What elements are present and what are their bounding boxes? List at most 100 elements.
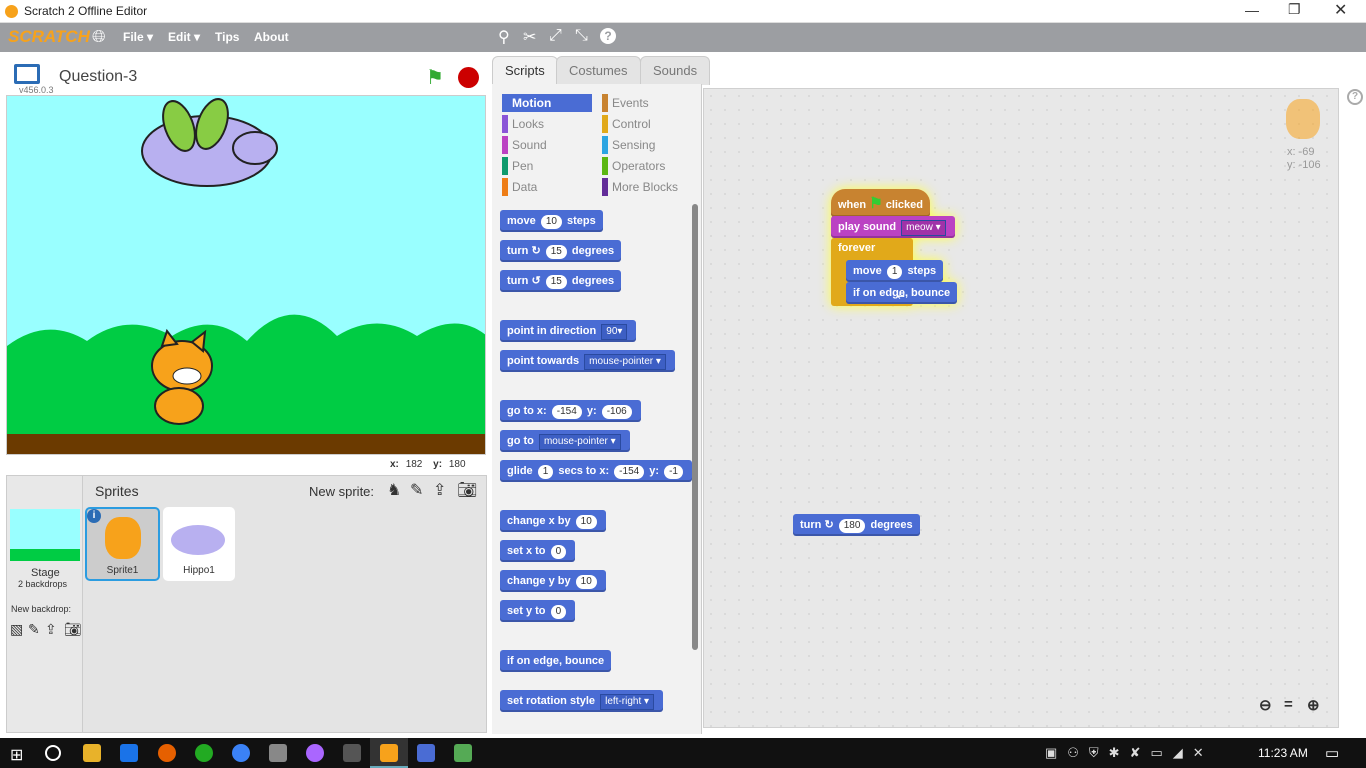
palette-block[interactable]: point in direction 90▾: [500, 320, 637, 342]
app-icon[interactable]: [306, 744, 324, 762]
block-input[interactable]: -106: [601, 405, 632, 419]
app-icon[interactable]: [269, 744, 287, 762]
menu-tips[interactable]: Tips: [215, 30, 239, 44]
block-dropdown[interactable]: mouse-pointer ▾: [538, 434, 621, 450]
palette-block[interactable]: move 10 steps: [500, 210, 603, 232]
app-icon[interactable]: [454, 744, 472, 762]
stage-thumbnail[interactable]: [10, 509, 80, 561]
palette-scrollbar[interactable]: [692, 204, 698, 650]
palette-block[interactable]: set y to 0: [500, 600, 576, 622]
system-tray[interactable]: ▣⚇⛨✱✘▭◢✕: [1045, 745, 1214, 761]
play-sound-block[interactable]: play sound meow ▾: [831, 216, 955, 238]
grow-icon[interactable]: ⤢: [549, 27, 562, 45]
zoom-in-icon[interactable]: ⊕: [1307, 696, 1320, 714]
palette-block[interactable]: point towards mouse-pointer ▾: [500, 350, 675, 372]
block-input[interactable]: 10: [575, 575, 597, 589]
degrees-input[interactable]: 180: [838, 519, 866, 533]
category-motion[interactable]: Motion: [502, 94, 592, 112]
app-icon[interactable]: [232, 744, 250, 762]
block-input[interactable]: -1: [664, 465, 683, 479]
camera-backdrop-icon[interactable]: 📷︎: [64, 621, 82, 638]
shrink-icon[interactable]: ⤡: [575, 27, 588, 45]
project-title[interactable]: Question-3: [59, 68, 137, 86]
tab-costumes[interactable]: Costumes: [556, 56, 641, 85]
menu-edit[interactable]: Edit ▾: [168, 30, 200, 44]
category-sensing[interactable]: Sensing: [602, 136, 692, 154]
block-input[interactable]: 0: [550, 545, 567, 559]
fullscreen-icon[interactable]: [14, 64, 40, 84]
block-dropdown[interactable]: 90▾: [601, 324, 628, 340]
duplicate-icon[interactable]: ⚲: [498, 27, 510, 47]
camera-sprite-icon[interactable]: 📷︎: [457, 480, 477, 500]
menu-file[interactable]: File ▾: [123, 30, 153, 44]
block-dropdown[interactable]: mouse-pointer ▾: [584, 354, 666, 370]
sound-dropdown[interactable]: meow ▾: [901, 220, 946, 236]
palette-block[interactable]: go to x: -154 y: -106: [500, 400, 641, 422]
search-icon[interactable]: [45, 745, 61, 761]
app-icon[interactable]: [417, 744, 435, 762]
help-icon[interactable]: ?: [600, 28, 616, 44]
category-control[interactable]: Control: [602, 115, 692, 133]
block-input[interactable]: 15: [545, 275, 567, 289]
restore-icon[interactable]: ❐: [1288, 1, 1301, 18]
minimize-icon[interactable]: —: [1245, 2, 1259, 18]
close-icon[interactable]: ✕: [1334, 0, 1347, 20]
move-steps-block[interactable]: move 1 steps: [846, 260, 944, 282]
category-data[interactable]: Data: [502, 178, 592, 196]
notifications-icon[interactable]: ▭: [1325, 744, 1339, 762]
steps-input[interactable]: 1: [886, 265, 903, 279]
block-dropdown[interactable]: left-right ▾: [600, 694, 655, 710]
turn-180-block[interactable]: turn ↻ 180 degrees: [793, 514, 920, 536]
block-input[interactable]: -154: [551, 405, 582, 419]
palette-block[interactable]: turn ↺ 15 degrees: [500, 270, 622, 292]
palette-block[interactable]: set x to 0: [500, 540, 576, 562]
help-icon[interactable]: ?: [1347, 89, 1363, 105]
category-events[interactable]: Events: [602, 94, 692, 112]
palette-block[interactable]: change x by 10: [500, 510, 606, 532]
sprite-tile-sprite1[interactable]: i Sprite1: [85, 507, 160, 581]
block-input[interactable]: 10: [540, 215, 562, 229]
tab-scripts[interactable]: Scripts: [492, 56, 558, 85]
block-input[interactable]: 1: [537, 465, 554, 479]
paint-backdrop-icon[interactable]: ✎: [28, 621, 40, 638]
backdrop-library-icon[interactable]: ▧: [10, 621, 23, 638]
zoom-out-icon[interactable]: ⊖: [1259, 696, 1272, 714]
tab-sounds[interactable]: Sounds: [640, 56, 711, 85]
block-input[interactable]: 10: [575, 515, 597, 529]
stage-canvas[interactable]: [6, 95, 486, 455]
block-input[interactable]: 15: [545, 245, 567, 259]
stop-icon[interactable]: [458, 67, 479, 88]
sprite-tile-hippo1[interactable]: Hippo1: [163, 507, 235, 581]
palette-block[interactable]: glide 1 secs to x: -154 y: -1: [500, 460, 692, 482]
palette-block[interactable]: turn ↻ 15 degrees: [500, 240, 622, 262]
category-more-blocks[interactable]: More Blocks: [602, 178, 692, 196]
category-sound[interactable]: Sound: [502, 136, 592, 154]
app-icon[interactable]: [343, 744, 361, 762]
script-area[interactable]: when ⚑ clicked play sound meow ▾ forever…: [703, 88, 1339, 728]
zoom-reset-icon[interactable]: =: [1284, 696, 1293, 713]
info-icon[interactable]: i: [87, 509, 101, 523]
palette-block[interactable]: if on edge, bounce: [500, 650, 612, 672]
delete-icon[interactable]: ✂: [523, 27, 536, 47]
paint-sprite-icon[interactable]: ✎: [410, 480, 423, 500]
edge-icon[interactable]: [120, 744, 138, 762]
chrome-icon[interactable]: [195, 744, 213, 762]
block-input[interactable]: -154: [614, 465, 645, 479]
palette-block[interactable]: set rotation style left-right ▾: [500, 690, 664, 712]
upload-sprite-icon[interactable]: ⇪: [433, 480, 446, 500]
upload-backdrop-icon[interactable]: ⇪: [45, 621, 57, 638]
palette-block[interactable]: go to mouse-pointer ▾: [500, 430, 630, 452]
windows-start-icon[interactable]: ⊞: [10, 745, 23, 765]
globe-icon[interactable]: 🌐︎: [92, 27, 106, 47]
firefox-icon[interactable]: [158, 744, 176, 762]
block-input[interactable]: 0: [550, 605, 567, 619]
file-explorer-icon[interactable]: [83, 744, 101, 762]
clock[interactable]: 11:23 AM: [1258, 746, 1308, 760]
category-pen[interactable]: Pen: [502, 157, 592, 175]
category-operators[interactable]: Operators: [602, 157, 692, 175]
green-flag-icon[interactable]: ⚑: [426, 65, 444, 90]
category-looks[interactable]: Looks: [502, 115, 592, 133]
palette-block[interactable]: change y by 10: [500, 570, 606, 592]
menu-about[interactable]: About: [254, 30, 289, 44]
when-flag-clicked-block[interactable]: when ⚑ clicked: [831, 189, 931, 217]
